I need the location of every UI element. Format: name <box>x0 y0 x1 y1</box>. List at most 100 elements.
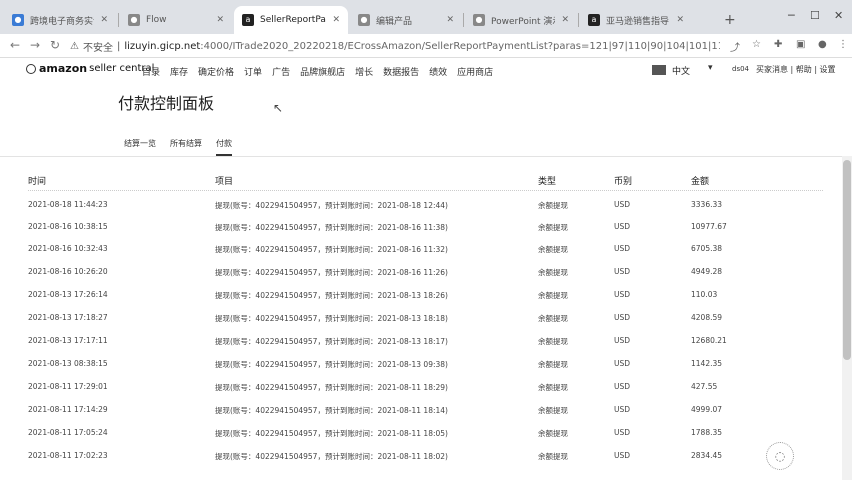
cell-amount: 4949.28 <box>691 267 723 276</box>
minimize-icon[interactable]: ─ <box>788 9 795 22</box>
table-row: 2021-08-11 17:29:01 提现(账号：4022941504957，… <box>0 376 852 398</box>
table-row: 2021-08-11 17:14:29 提现(账号：4022941504957，… <box>0 399 852 421</box>
tab-payments[interactable]: 付款 <box>216 138 232 156</box>
nav-item-catalog[interactable]: 目录 <box>142 65 160 78</box>
close-icon[interactable]: ✕ <box>216 15 224 25</box>
column-header-time[interactable]: 时间 <box>28 174 46 187</box>
forward-icon[interactable]: → <box>30 38 40 52</box>
cell-currency: USD <box>614 405 631 414</box>
sidebar-icon[interactable]: ▣ <box>796 39 805 50</box>
back-icon[interactable]: ← <box>10 38 20 52</box>
browser-tab[interactable]: ● PowerPoint 演示文稿 ✕ <box>465 6 577 34</box>
user-name[interactable]: ds04 <box>732 65 749 73</box>
nav-item-growth[interactable]: 增长 <box>355 65 373 78</box>
cell-amount: 4208.59 <box>691 313 723 322</box>
table-row: 2021-08-13 17:26:14 提现(账号：4022941504957，… <box>0 284 852 306</box>
address-bar[interactable]: ⚠ 不安全 | lizuyin.gicp.net :4000/ITrade202… <box>70 37 720 55</box>
cell-time: 2021-08-13 17:17:11 <box>28 336 108 345</box>
chevron-down-icon[interactable]: ▾ <box>708 63 713 73</box>
cell-currency: USD <box>614 451 631 460</box>
table-row: 2021-08-13 17:17:11 提现(账号：4022941504957，… <box>0 330 852 352</box>
tab-title: PowerPoint 演示文稿 <box>491 16 555 27</box>
close-icon[interactable]: ✕ <box>100 15 108 25</box>
cell-currency: USD <box>614 222 631 231</box>
tab-settlement-summary[interactable]: 结算一览 <box>124 138 156 156</box>
cell-type: 余额提现 <box>538 337 568 346</box>
cell-type: 余额提现 <box>538 383 568 392</box>
browser-tab[interactable]: ● Flow ✕ <box>120 6 232 34</box>
share-icon[interactable]: ⤴ <box>730 39 740 54</box>
new-tab-icon[interactable]: + <box>724 12 736 28</box>
browser-tab[interactable]: a 亚马逊销售指导 ✕ <box>580 6 692 34</box>
nav-item-performance[interactable]: 绩效 <box>429 65 447 78</box>
nav-item-advertising[interactable]: 广告 <box>272 65 290 78</box>
amazon-logo[interactable]: amazon seller central <box>26 62 154 75</box>
cell-amount: 2834.45 <box>691 451 723 460</box>
table-row: 2021-08-11 17:02:23 提现(账号：4022941504957，… <box>0 445 852 467</box>
warning-icon[interactable]: ⚠ <box>70 41 79 52</box>
nav-item-stores[interactable]: 品牌旗舰店 <box>300 65 345 78</box>
cell-amount: 12680.21 <box>691 336 727 345</box>
subtabs: 结算一览 所有结算 付款 <box>124 138 246 156</box>
close-window-icon[interactable]: ✕ <box>834 9 843 22</box>
nav-item-pricing[interactable]: 确定价格 <box>198 65 234 78</box>
browser-tab[interactable]: ● 跨境电子商务实训平… ✕ <box>4 6 116 34</box>
cell-item: 提现(账号：4022941504957，预计到账时间：2021-08-13 18… <box>215 314 448 323</box>
table-row: 2021-08-18 11:44:23 提现(账号：4022941504957，… <box>0 194 852 216</box>
close-icon[interactable]: ✕ <box>561 15 569 25</box>
cell-currency: USD <box>614 267 631 276</box>
table-row: 2021-08-13 08:38:15 提现(账号：4022941504957，… <box>0 353 852 375</box>
amazon-smile-icon <box>26 63 36 74</box>
extensions-icon[interactable]: ✚ <box>774 39 782 50</box>
tab-all-settlements[interactable]: 所有结算 <box>170 138 202 156</box>
tab-title: Flow <box>146 15 167 25</box>
floating-action-button[interactable]: ◌ <box>766 442 794 470</box>
cell-time: 2021-08-13 08:38:15 <box>28 359 108 368</box>
cell-amount: 4999.07 <box>691 405 723 414</box>
cell-time: 2021-08-11 17:14:29 <box>28 405 108 414</box>
cell-type: 余额提现 <box>538 429 568 438</box>
close-icon[interactable]: ✕ <box>676 15 684 25</box>
scrollbar-thumb[interactable] <box>843 160 851 360</box>
profile-icon[interactable]: ● <box>818 39 827 50</box>
cell-type: 余额提现 <box>538 291 568 300</box>
cell-item: 提现(账号：4022941504957，预计到账时间：2021-08-13 18… <box>215 291 448 300</box>
cell-item: 提现(账号：4022941504957，预计到账时间：2021-08-13 09… <box>215 360 448 369</box>
column-header-item[interactable]: 项目 <box>215 174 233 187</box>
cell-time: 2021-08-13 17:18:27 <box>28 313 108 322</box>
browser-tab-active[interactable]: a SellerReportPayme… ✕ <box>234 6 348 34</box>
nav-item-orders[interactable]: 订单 <box>244 65 262 78</box>
menu-icon[interactable]: ⋮ <box>838 39 848 50</box>
nav-item-inventory[interactable]: 库存 <box>170 65 188 78</box>
star-icon[interactable]: ☆ <box>752 39 761 50</box>
cell-amount: 1142.35 <box>691 359 723 368</box>
cell-type: 余额提现 <box>538 406 568 415</box>
floating-action-icon: ◌ <box>774 449 786 463</box>
cell-currency: USD <box>614 200 631 209</box>
logo-amazon-text: amazon <box>39 62 88 75</box>
language-selector[interactable]: 中文 <box>672 64 690 77</box>
close-icon[interactable]: ✕ <box>332 15 340 25</box>
url-host: lizuyin.gicp.net <box>124 40 201 52</box>
column-header-amount[interactable]: 金额 <box>691 174 709 187</box>
table-row: 2021-08-16 10:32:43 提现(账号：4022941504957，… <box>0 238 852 260</box>
cell-time: 2021-08-11 17:02:23 <box>28 451 108 460</box>
browser-tab-strip: ● 跨境电子商务实训平… ✕ ● Flow ✕ a SellerReportPa… <box>0 0 852 34</box>
cell-time: 2021-08-16 10:38:15 <box>28 222 108 231</box>
cell-amount: 6705.38 <box>691 244 723 253</box>
nav-item-reports[interactable]: 数据报告 <box>383 65 419 78</box>
column-header-type[interactable]: 类型 <box>538 174 556 187</box>
reload-icon[interactable]: ↻ <box>50 38 60 52</box>
tab-title: 亚马逊销售指导 <box>606 16 670 27</box>
browser-tab[interactable]: ● 编辑产品 ✕ <box>350 6 462 34</box>
header-links[interactable]: 买家消息 | 帮助 | 设置 <box>756 64 836 75</box>
tab-separator <box>118 13 119 27</box>
maximize-icon[interactable]: ☐ <box>810 9 820 22</box>
close-icon[interactable]: ✕ <box>446 15 454 25</box>
globe-icon: ● <box>358 14 370 26</box>
cell-currency: USD <box>614 359 631 368</box>
divider <box>0 156 852 157</box>
nav-item-appstore[interactable]: 应用商店 <box>457 65 493 78</box>
column-header-currency[interactable]: 币别 <box>614 174 632 187</box>
main-nav: 目录 库存 确定价格 订单 广告 品牌旗舰店 增长 数据报告 绩效 应用商店 <box>142 65 503 78</box>
